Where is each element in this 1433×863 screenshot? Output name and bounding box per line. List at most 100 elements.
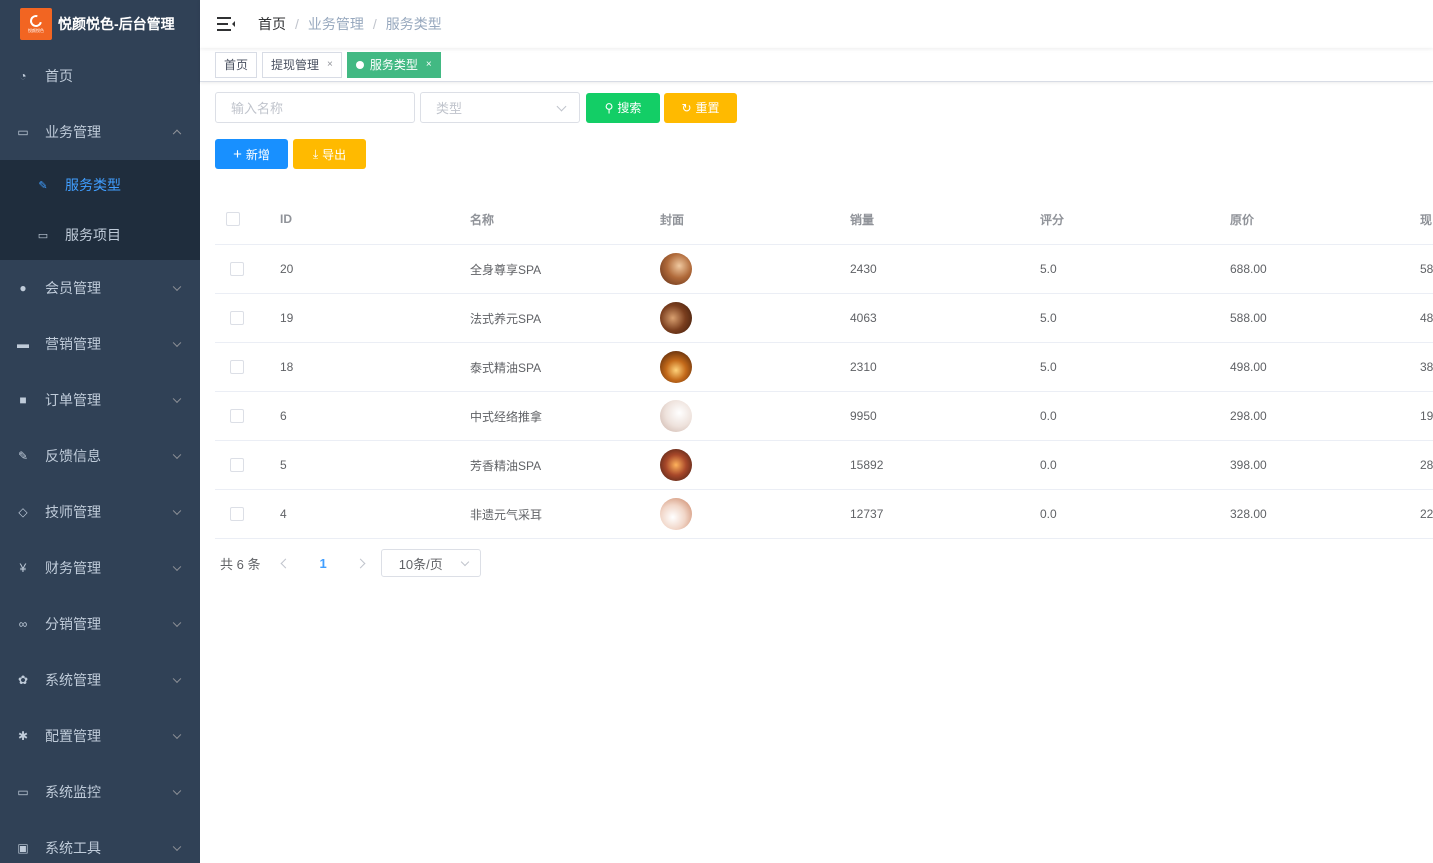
gear-icon: ✱ <box>17 729 29 743</box>
sidebar-item-system[interactable]: ✿ 系统管理 <box>0 652 200 708</box>
type-select[interactable]: 类型 <box>420 92 580 123</box>
hamburger-icon[interactable] <box>217 17 235 31</box>
table-row[interactable]: 6 中式经络推拿 9950 0.0 298.00 19 <box>215 392 1433 441</box>
active-dot-icon <box>355 60 364 69</box>
sidebar-item-feedback[interactable]: ✎ 反馈信息 <box>0 428 200 484</box>
table-row[interactable]: 4 非遗元气采耳 12737 0.0 328.00 22 <box>215 490 1433 539</box>
app-logo[interactable]: 悦颜悦色 悦颜悦色-后台管理 <box>0 0 200 48</box>
cell-current-price: 38 <box>1420 360 1433 374</box>
chevron-down-icon <box>172 562 182 572</box>
sidebar-item-home[interactable]: ◔ 首页 <box>0 48 200 104</box>
sidebar-item-distribution[interactable]: ∞ 分销管理 <box>0 596 200 652</box>
cell-name: 泰式精油SPA <box>470 360 542 375</box>
row-checkbox[interactable] <box>230 409 244 423</box>
cover-image <box>660 449 692 481</box>
row-checkbox[interactable] <box>230 262 244 276</box>
sidebar-item-marketing[interactable]: ▬ 营销管理 <box>0 316 200 372</box>
sidebar-item-service-type[interactable]: ✎ 服务类型 <box>0 160 200 210</box>
sidebar-item-members[interactable]: ● 会员管理 <box>0 260 200 316</box>
breadcrumb-item-current: 服务类型 <box>385 16 442 32</box>
column-header: 封面 <box>660 212 685 227</box>
row-checkbox[interactable] <box>230 311 244 325</box>
page-size-select[interactable]: 10条/页 <box>380 549 481 577</box>
main-content: 首页 / 业务管理 / 服务类型 首页 提现管理 × 服务类型 × 输入名称 类… <box>200 0 1433 863</box>
export-button[interactable]: ⤓ 导出 <box>293 139 366 169</box>
column-header: 名称 <box>470 212 495 227</box>
cell-name: 芳香精油SPA <box>470 458 542 473</box>
cell-id: 20 <box>280 262 294 276</box>
select-all-checkbox[interactable] <box>226 212 240 226</box>
sidebar-item-service-project[interactable]: ▭ 服务项目 <box>0 210 200 260</box>
add-button[interactable]: + 新增 <box>215 139 288 169</box>
settings-icon: ✿ <box>17 673 29 687</box>
tag-icon: ◇ <box>18 505 28 519</box>
breadcrumb-item[interactable]: 业务管理 <box>308 14 364 34</box>
table-row[interactable]: 18 泰式精油SPA 2310 5.0 498.00 38 <box>215 343 1433 392</box>
pagination: 共 6 条 1 10条/页 <box>220 549 481 577</box>
cover-image <box>660 253 692 285</box>
close-icon[interactable]: × <box>426 59 432 70</box>
sidebar-item-tools[interactable]: ▣ 系统工具 <box>0 820 200 863</box>
search-icon: ⚲ <box>604 100 614 115</box>
name-search-input[interactable]: 输入名称 <box>215 92 415 123</box>
row-checkbox[interactable] <box>230 458 244 472</box>
cover-image <box>660 302 692 334</box>
tag-home[interactable]: 首页 <box>215 51 258 78</box>
chevron-left-icon[interactable] <box>281 558 291 568</box>
table-row[interactable]: 5 芳香精油SPA 15892 0.0 398.00 28 <box>215 441 1433 490</box>
chevron-down-icon <box>172 450 182 460</box>
monitor-icon: ▭ <box>17 785 29 799</box>
cover-image <box>660 400 692 432</box>
table-row[interactable]: 19 法式养元SPA 4063 5.0 588.00 48 <box>215 294 1433 343</box>
sidebar-item-config[interactable]: ✱ 配置管理 <box>0 708 200 764</box>
sidebar-item-technicians[interactable]: ◇ 技师管理 <box>0 484 200 540</box>
chevron-down-icon <box>556 101 567 112</box>
sidebar-item-monitor[interactable]: ▭ 系统监控 <box>0 764 200 820</box>
sidebar-item-finance[interactable]: ¥ 财务管理 <box>0 540 200 596</box>
tag-withdraw[interactable]: 提现管理 × <box>262 51 342 78</box>
cell-score: 0.0 <box>1040 507 1057 521</box>
chevron-down-icon <box>172 394 182 404</box>
row-checkbox[interactable] <box>230 360 244 374</box>
row-checkbox[interactable] <box>230 507 244 521</box>
peoples-icon: ● <box>19 281 27 295</box>
chevron-down-icon <box>172 338 182 348</box>
tag-service-type[interactable]: 服务类型 × <box>346 51 441 78</box>
cell-current-price: 58 <box>1420 262 1433 276</box>
cell-sales: 9950 <box>850 409 877 423</box>
filter-bar: 输入名称 类型 ⚲ 搜索 ↻ 重置 <box>215 92 737 123</box>
column-header: 销量 <box>850 212 875 227</box>
sidebar-item-business[interactable]: ▭ 业务管理 <box>0 104 200 160</box>
sidebar-item-orders[interactable]: ■ 订单管理 <box>0 372 200 428</box>
page-number[interactable]: 1 <box>319 556 326 571</box>
chevron-down-icon <box>172 618 182 628</box>
cell-sales: 15892 <box>850 458 884 472</box>
chevron-down-icon <box>172 282 182 292</box>
chevron-right-icon[interactable] <box>355 558 366 568</box>
table-row[interactable]: 20 全身尊享SPA 2430 5.0 688.00 58 <box>215 245 1433 294</box>
refresh-icon: ↻ <box>681 100 692 115</box>
cell-price: 298.00 <box>1230 409 1267 423</box>
close-icon[interactable]: × <box>327 59 333 70</box>
service-type-table: ID 名称 封面 销量 评分 原价 现 20 全身尊享SPA 2430 5.0 688.… <box>215 194 1433 539</box>
cell-id: 5 <box>280 458 287 472</box>
breadcrumb-item[interactable]: 首页 <box>258 14 286 34</box>
cell-id: 18 <box>280 360 294 374</box>
cell-id: 19 <box>280 311 294 325</box>
cell-score: 5.0 <box>1040 360 1057 374</box>
cell-name: 全身尊享SPA <box>470 262 542 277</box>
cell-current-price: 48 <box>1420 311 1433 325</box>
sidebar: 悦颜悦色 悦颜悦色-后台管理 ◔ 首页 ▭ 业务管理 ✎ 服务类型 ▭ 服务项目… <box>0 0 200 863</box>
edit-icon: ✎ <box>17 449 29 463</box>
cell-id: 4 <box>280 507 287 521</box>
cell-name: 非遗元气采耳 <box>470 507 543 522</box>
search-button[interactable]: ⚲ 搜索 <box>586 92 660 123</box>
app-title: 悦颜悦色-后台管理 <box>58 16 175 32</box>
download-icon: ⤓ <box>312 146 319 161</box>
cell-current-price: 19 <box>1420 409 1433 423</box>
logo-icon: 悦颜悦色 <box>20 8 52 40</box>
edit-icon: ✎ <box>38 179 48 192</box>
reset-button[interactable]: ↻ 重置 <box>664 92 737 123</box>
cell-price: 688.00 <box>1230 262 1267 276</box>
pagination-total: 共 6 条 <box>220 556 261 572</box>
